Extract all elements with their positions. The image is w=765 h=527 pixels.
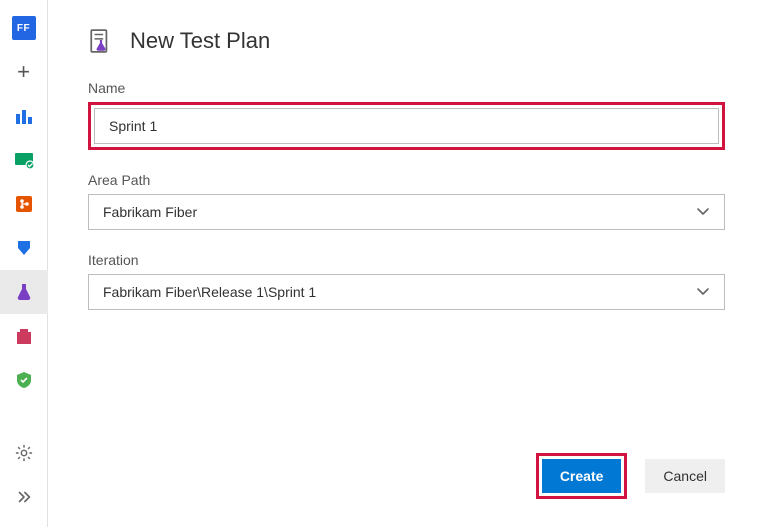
sidebar-item-pipelines[interactable]	[0, 226, 48, 270]
area-path-value: Fabrikam Fiber	[103, 204, 197, 220]
field-iteration: Iteration Fabrikam Fiber\Release 1\Sprin…	[88, 252, 725, 310]
footer-actions: Create Cancel	[88, 453, 725, 499]
test-plans-icon	[14, 282, 34, 302]
overview-icon	[14, 106, 34, 126]
sidebar-add-button[interactable]: +	[0, 50, 48, 94]
sidebar-item-repos[interactable]	[0, 182, 48, 226]
create-highlight: Create	[536, 453, 628, 499]
create-button[interactable]: Create	[542, 459, 622, 493]
boards-icon	[14, 150, 34, 170]
area-path-select[interactable]: Fabrikam Fiber	[88, 194, 725, 230]
test-plan-page-icon	[88, 28, 114, 54]
page-title: New Test Plan	[130, 28, 270, 54]
chevron-double-right-icon	[15, 488, 33, 506]
sidebar-expand-button[interactable]	[0, 475, 48, 519]
iteration-value: Fabrikam Fiber\Release 1\Sprint 1	[103, 284, 316, 300]
name-highlight	[88, 102, 725, 150]
gear-icon	[15, 444, 33, 462]
name-input[interactable]	[109, 118, 704, 134]
sidebar-item-artifacts[interactable]	[0, 314, 48, 358]
cancel-button[interactable]: Cancel	[645, 459, 725, 493]
page-header: New Test Plan	[88, 28, 725, 54]
artifacts-icon	[14, 326, 34, 346]
name-input-wrap	[94, 108, 719, 144]
sidebar-item-overview[interactable]	[0, 94, 48, 138]
compliance-icon	[14, 370, 34, 390]
sidebar-item-boards[interactable]	[0, 138, 48, 182]
iteration-label: Iteration	[88, 252, 725, 268]
name-label: Name	[88, 80, 725, 96]
pipelines-icon	[14, 238, 34, 258]
sidebar-item-test-plans[interactable]	[0, 270, 48, 314]
field-name: Name	[88, 80, 725, 150]
sidebar-item-compliance[interactable]	[0, 358, 48, 402]
chevron-down-icon	[696, 285, 710, 299]
plus-icon: +	[17, 61, 30, 83]
iteration-select[interactable]: Fabrikam Fiber\Release 1\Sprint 1	[88, 274, 725, 310]
area-path-label: Area Path	[88, 172, 725, 188]
sidebar-settings-button[interactable]	[0, 431, 48, 475]
repos-icon	[14, 194, 34, 214]
field-area-path: Area Path Fabrikam Fiber	[88, 172, 725, 230]
chevron-down-icon	[696, 205, 710, 219]
sidebar: FF +	[0, 0, 48, 527]
project-logo-icon: FF	[12, 16, 36, 40]
main-panel: New Test Plan Name Area Path Fabrikam Fi…	[48, 0, 765, 527]
sidebar-project-logo[interactable]: FF	[0, 6, 48, 50]
